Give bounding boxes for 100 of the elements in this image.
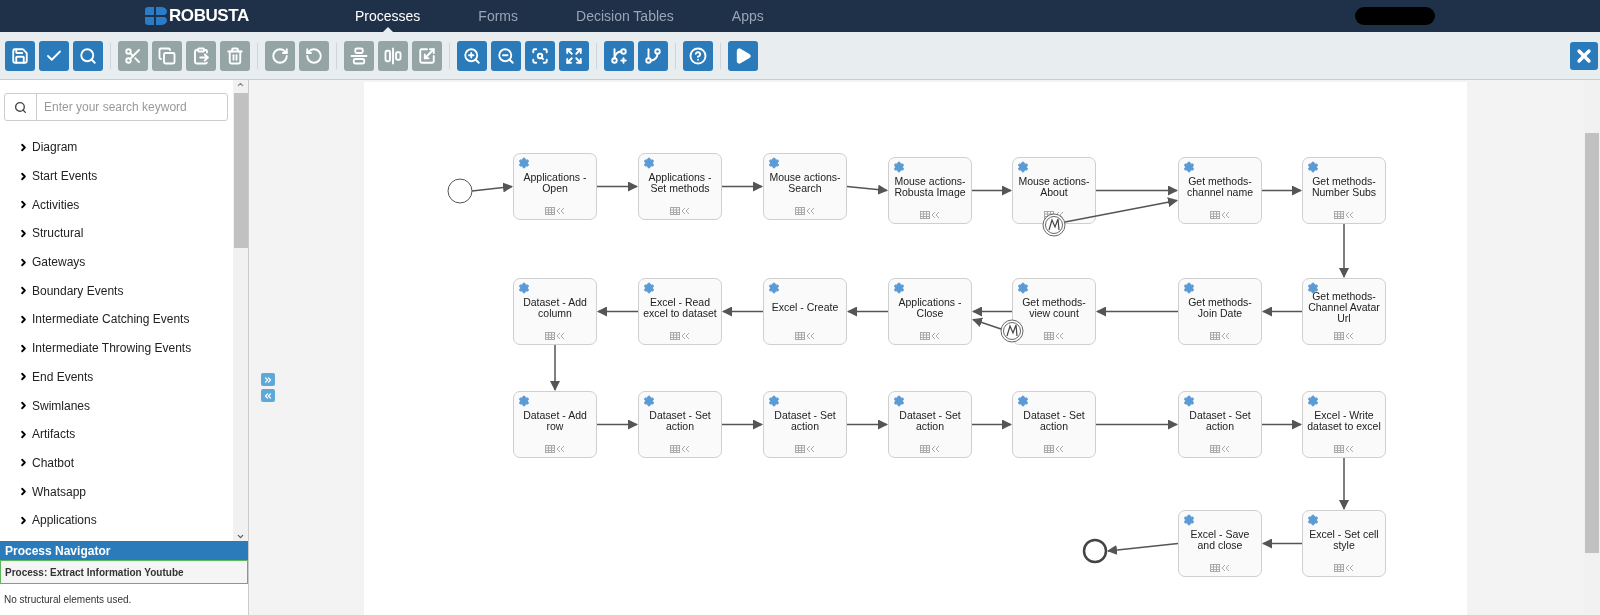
task-node[interactable]: Dataset - Set action — [1012, 391, 1096, 458]
sidebar-item[interactable]: Applications — [4, 505, 228, 535]
task-node[interactable]: Applications - Open — [513, 153, 597, 220]
task-node[interactable]: Dataset - Set action — [763, 391, 847, 458]
task-label: Dataset - Add column — [522, 296, 588, 319]
nav-tab[interactable]: Forms — [478, 0, 519, 32]
flow-arrow[interactable] — [847, 306, 889, 317]
scrollbar-thumb[interactable] — [1585, 133, 1599, 553]
nav-tab[interactable]: Decision Tables — [576, 0, 674, 32]
sidebar-item[interactable]: Swimlanes — [4, 391, 228, 420]
task-node[interactable]: Mouse actions- About — [1012, 157, 1096, 224]
task-node[interactable]: Excel - Write dataset to excel — [1302, 391, 1386, 458]
flow-arrow[interactable] — [1095, 419, 1178, 430]
task-markers-icon — [1334, 332, 1354, 340]
task-markers-icon — [670, 207, 690, 215]
flow-arrow[interactable] — [596, 419, 638, 430]
sidebar-item[interactable]: Artifacts — [4, 419, 228, 449]
toolbar-button[interactable] — [559, 40, 589, 71]
flow-arrow[interactable] — [971, 419, 1012, 430]
flow-arrow[interactable] — [722, 306, 764, 317]
flow-arrow[interactable] — [1262, 538, 1303, 549]
close-button[interactable] — [1570, 41, 1598, 70]
navigator-header: Process Navigator — [0, 541, 248, 560]
task-node[interactable]: Excel - Save and close — [1178, 510, 1262, 577]
task-label: Excel - Save and close — [1189, 528, 1251, 551]
gear-icon — [518, 282, 530, 294]
flow-arrow[interactable] — [721, 181, 763, 192]
flow-arrow[interactable] — [596, 181, 638, 192]
toolbar-button[interactable] — [491, 40, 521, 71]
flow-arrow[interactable] — [471, 182, 513, 193]
task-markers-icon — [920, 445, 940, 453]
sidebar-item[interactable]: Diagram — [4, 133, 228, 162]
task-node[interactable]: Applications - Close — [888, 278, 972, 345]
task-node[interactable]: Excel - Create — [763, 278, 847, 345]
sidebar-item[interactable]: Gateways — [4, 247, 228, 277]
flow-arrow[interactable] — [971, 185, 1012, 196]
toolbar-button[interactable] — [683, 40, 713, 71]
end-event[interactable] — [1082, 538, 1108, 564]
gear-icon — [1183, 282, 1195, 294]
task-markers-icon — [795, 207, 815, 215]
nav-tab[interactable]: Apps — [731, 0, 764, 32]
gear-icon — [768, 282, 780, 294]
flow-arrow[interactable] — [846, 419, 888, 430]
sidebar-item[interactable]: Structural — [4, 219, 228, 248]
toolbar-button[interactable] — [638, 40, 668, 71]
sidebar-item[interactable]: End Events — [4, 362, 228, 392]
task-node[interactable]: Dataset - Set action — [1178, 391, 1262, 458]
sidebar-item[interactable]: Activities — [4, 190, 228, 220]
task-node[interactable]: Mouse actions- Robusta Image — [888, 157, 972, 224]
search-field[interactable]: Enter your search keyword — [37, 94, 227, 120]
gear-icon — [1017, 161, 1029, 173]
toolbar-button[interactable] — [728, 40, 758, 71]
flow-arrow[interactable] — [1095, 185, 1178, 196]
task-node[interactable]: Applications - Set methods — [638, 153, 722, 220]
sidebar-item[interactable]: Whatsapp — [4, 477, 228, 506]
task-node[interactable]: Get methods- Channel Avatar Url — [1302, 278, 1386, 345]
toolbar-button[interactable] — [457, 40, 487, 71]
sidebar-item[interactable]: Chatbot — [4, 448, 228, 478]
task-node[interactable]: Get methods- Join Date — [1178, 278, 1262, 345]
toolbar-button[interactable] — [5, 40, 35, 71]
logo-icon — [145, 7, 167, 25]
task-node[interactable]: Excel - Set cell style — [1302, 510, 1386, 577]
toolbar-button[interactable] — [604, 40, 634, 71]
task-label: Mouse actions- Search — [768, 171, 842, 194]
flow-arrow[interactable] — [1096, 306, 1179, 317]
task-node[interactable]: Get methods- view count — [1012, 278, 1096, 345]
flow-arrow[interactable] — [1262, 306, 1303, 317]
task-markers-icon — [920, 332, 940, 340]
toolbar-button[interactable] — [525, 40, 555, 71]
sidebar-item[interactable]: Intermediate Throwing Events — [4, 333, 228, 363]
toolbar-button[interactable] — [39, 40, 69, 71]
scroll-down-icon — [236, 532, 245, 541]
scrollbar-thumb[interactable] — [233, 93, 248, 248]
flow-arrow[interactable] — [1339, 457, 1349, 510]
task-label: Excel - Write dataset to excel — [1306, 409, 1382, 432]
flow-arrow[interactable] — [721, 419, 763, 430]
flow-arrow[interactable] — [846, 184, 888, 195]
flow-arrow[interactable] — [1261, 419, 1302, 430]
task-node[interactable]: Dataset - Set action — [888, 391, 972, 458]
task-node[interactable]: Dataset - Add column — [513, 278, 597, 345]
task-node[interactable]: Dataset - Add row — [513, 391, 597, 458]
gear-icon — [1307, 161, 1319, 173]
toolbar-button[interactable] — [73, 40, 103, 71]
flow-arrow[interactable] — [550, 344, 560, 391]
task-node[interactable]: Excel - Read excel to dataset — [638, 278, 722, 345]
task-node[interactable]: Mouse actions- Search — [763, 153, 847, 220]
task-node[interactable]: Dataset - Set action — [638, 391, 722, 458]
sidebar-item[interactable]: Boundary Events — [4, 276, 228, 306]
flow-arrow[interactable] — [1107, 542, 1179, 555]
task-node[interactable]: Get methods- Number Subs — [1302, 157, 1386, 224]
flow-arrow[interactable] — [972, 306, 1013, 317]
task-node[interactable]: Get methods- channel name — [1178, 157, 1262, 224]
sidebar-item[interactable]: Start Events — [4, 161, 228, 191]
flow-arrow[interactable] — [1339, 223, 1349, 278]
sidebar-item[interactable]: Intermediate Catching Events — [4, 305, 228, 334]
flow-arrow[interactable] — [1261, 185, 1302, 196]
search-box[interactable]: Enter your search keyword — [4, 93, 228, 121]
flow-arrow[interactable] — [597, 306, 639, 317]
start-event[interactable] — [447, 178, 473, 204]
task-markers-icon — [1210, 211, 1230, 219]
